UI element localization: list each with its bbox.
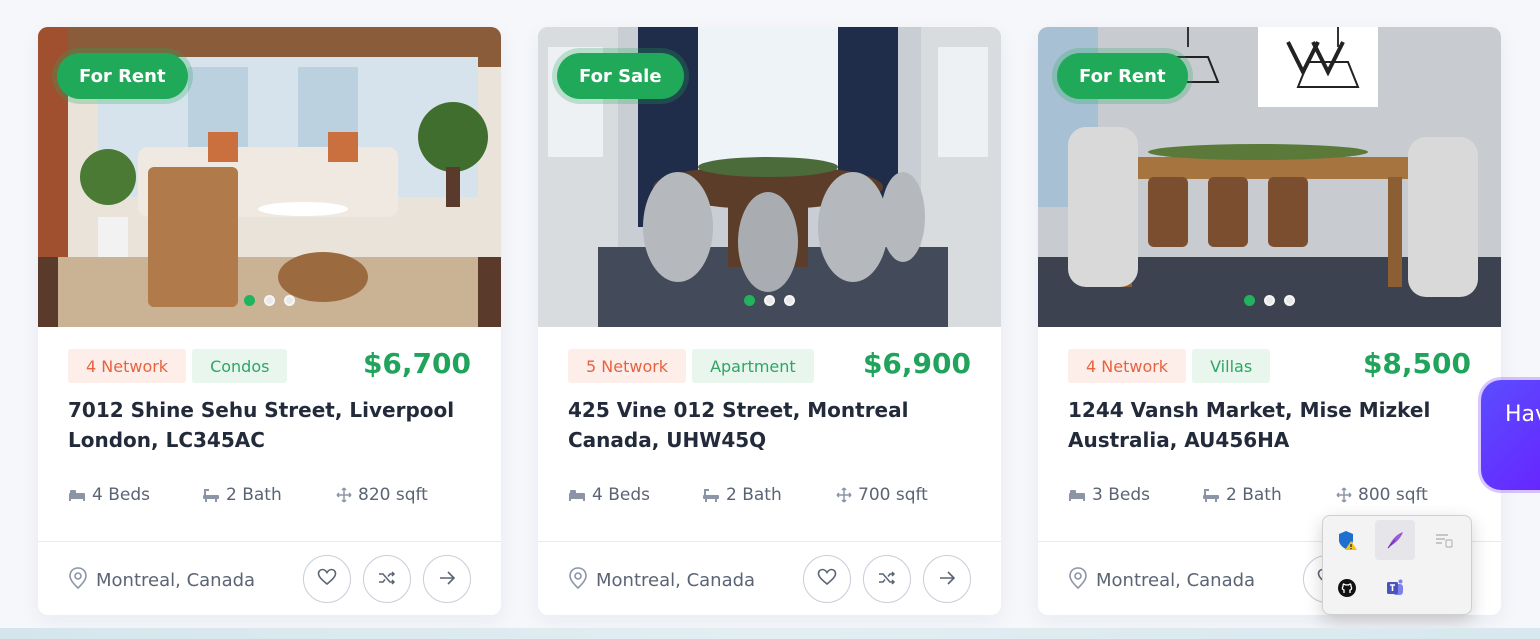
card-divider	[538, 541, 1001, 542]
listing-price: $6,700	[362, 347, 471, 380]
status-badge: For Rent	[1057, 53, 1188, 99]
listing-price: $8,500	[1362, 347, 1471, 380]
network-tag[interactable]: 4 Network	[68, 349, 187, 383]
beds-feature: 4 Beds	[568, 485, 702, 505]
bath-feature: 2 Bath	[702, 485, 836, 505]
system-tray-flyout	[1322, 515, 1472, 615]
carousel-dot[interactable]	[264, 295, 275, 306]
details-button[interactable]	[423, 555, 471, 603]
network-tag[interactable]: 4 Network	[1068, 349, 1187, 383]
speech-icon[interactable]	[1423, 520, 1463, 560]
teams-icon[interactable]	[1375, 568, 1415, 608]
listing-grid: For Rent 4 Network Condos $6,700 7012 Sh…	[0, 0, 1540, 639]
beds-feature: 4 Beds	[68, 485, 202, 505]
windows-security-icon[interactable]	[1327, 520, 1367, 560]
listing-tags: 4 Network Condos	[68, 349, 288, 383]
heart-icon	[817, 568, 837, 590]
carousel-dot[interactable]	[1264, 295, 1275, 306]
github-icon[interactable]	[1327, 568, 1367, 608]
listing-actions	[303, 555, 471, 603]
listing-card[interactable]: For Rent 4 Network Condos $6,700 7012 Sh…	[38, 27, 501, 615]
area-feature: 800 sqft	[1336, 485, 1470, 505]
bath-icon	[1202, 487, 1220, 503]
heart-icon	[317, 568, 337, 590]
arrow-right-icon	[439, 570, 456, 589]
listing-card[interactable]: For Sale 5 Network Apartment $6,900 425 …	[538, 27, 1001, 615]
listing-tags: 4 Network Villas	[1068, 349, 1271, 383]
listing-photo[interactable]: For Rent	[1038, 27, 1501, 327]
shuffle-icon	[878, 570, 896, 589]
area-feature: 820 sqft	[336, 485, 470, 505]
property-type-tag[interactable]: Apartment	[692, 349, 814, 383]
bed-icon	[68, 488, 86, 502]
bath-icon	[702, 487, 720, 503]
map-pin-icon	[68, 567, 88, 594]
carousel-dot[interactable]	[284, 295, 295, 306]
details-button[interactable]	[923, 555, 971, 603]
bath-icon	[202, 487, 220, 503]
listing-address[interactable]: 425 Vine 012 Street, Montreal Canada, UH…	[568, 395, 968, 455]
area-icon	[1336, 487, 1352, 503]
carousel-dots	[1038, 295, 1501, 306]
listing-features: 4 Beds 2 Bath 700 sqft	[568, 485, 970, 505]
carousel-dot[interactable]	[784, 295, 795, 306]
listing-features: 3 Beds 2 Bath 800 sqft	[1068, 485, 1470, 505]
carousel-dots	[38, 295, 501, 306]
carousel-dots	[538, 295, 1001, 306]
map-pin-icon	[1068, 567, 1088, 594]
listing-address[interactable]: 1244 Vansh Market, Mise Mizkel Australia…	[1068, 395, 1468, 455]
compare-button[interactable]	[363, 555, 411, 603]
listing-tags: 5 Network Apartment	[568, 349, 814, 383]
carousel-dot-active[interactable]	[744, 295, 755, 306]
bed-icon	[1068, 488, 1086, 502]
carousel-dot-active[interactable]	[1244, 295, 1255, 306]
listing-address[interactable]: 7012 Shine Sehu Street, Liverpool London…	[68, 395, 468, 455]
carousel-dot-active[interactable]	[244, 295, 255, 306]
arrow-right-icon	[939, 570, 956, 589]
listing-location: Montreal, Canada	[568, 567, 755, 594]
listing-features: 4 Beds 2 Bath 820 sqft	[68, 485, 470, 505]
beds-feature: 3 Beds	[1068, 485, 1202, 505]
listing-price: $6,900	[862, 347, 971, 380]
feather-pen-icon[interactable]	[1375, 520, 1415, 560]
bath-feature: 2 Bath	[1202, 485, 1336, 505]
compare-button[interactable]	[863, 555, 911, 603]
carousel-dot[interactable]	[764, 295, 775, 306]
status-badge: For Sale	[557, 53, 684, 99]
listing-actions	[803, 555, 971, 603]
area-icon	[336, 487, 352, 503]
carousel-dot[interactable]	[1284, 295, 1295, 306]
page-bottom-strip	[0, 628, 1540, 639]
listing-photo[interactable]: For Rent	[38, 27, 501, 327]
listing-location: Montreal, Canada	[68, 567, 255, 594]
area-icon	[836, 487, 852, 503]
area-feature: 700 sqft	[836, 485, 970, 505]
status-badge: For Rent	[57, 53, 188, 99]
card-divider	[38, 541, 501, 542]
property-type-tag[interactable]: Villas	[1192, 349, 1271, 383]
map-pin-icon	[568, 567, 588, 594]
chat-widget-label: Hav	[1505, 402, 1540, 427]
chat-widget-button[interactable]: Hav	[1481, 380, 1540, 490]
favorite-button[interactable]	[803, 555, 851, 603]
bath-feature: 2 Bath	[202, 485, 336, 505]
shuffle-icon	[378, 570, 396, 589]
listing-photo[interactable]: For Sale	[538, 27, 1001, 327]
property-type-tag[interactable]: Condos	[192, 349, 288, 383]
listing-location: Montreal, Canada	[1068, 567, 1255, 594]
network-tag[interactable]: 5 Network	[568, 349, 687, 383]
bed-icon	[568, 488, 586, 502]
favorite-button[interactable]	[303, 555, 351, 603]
